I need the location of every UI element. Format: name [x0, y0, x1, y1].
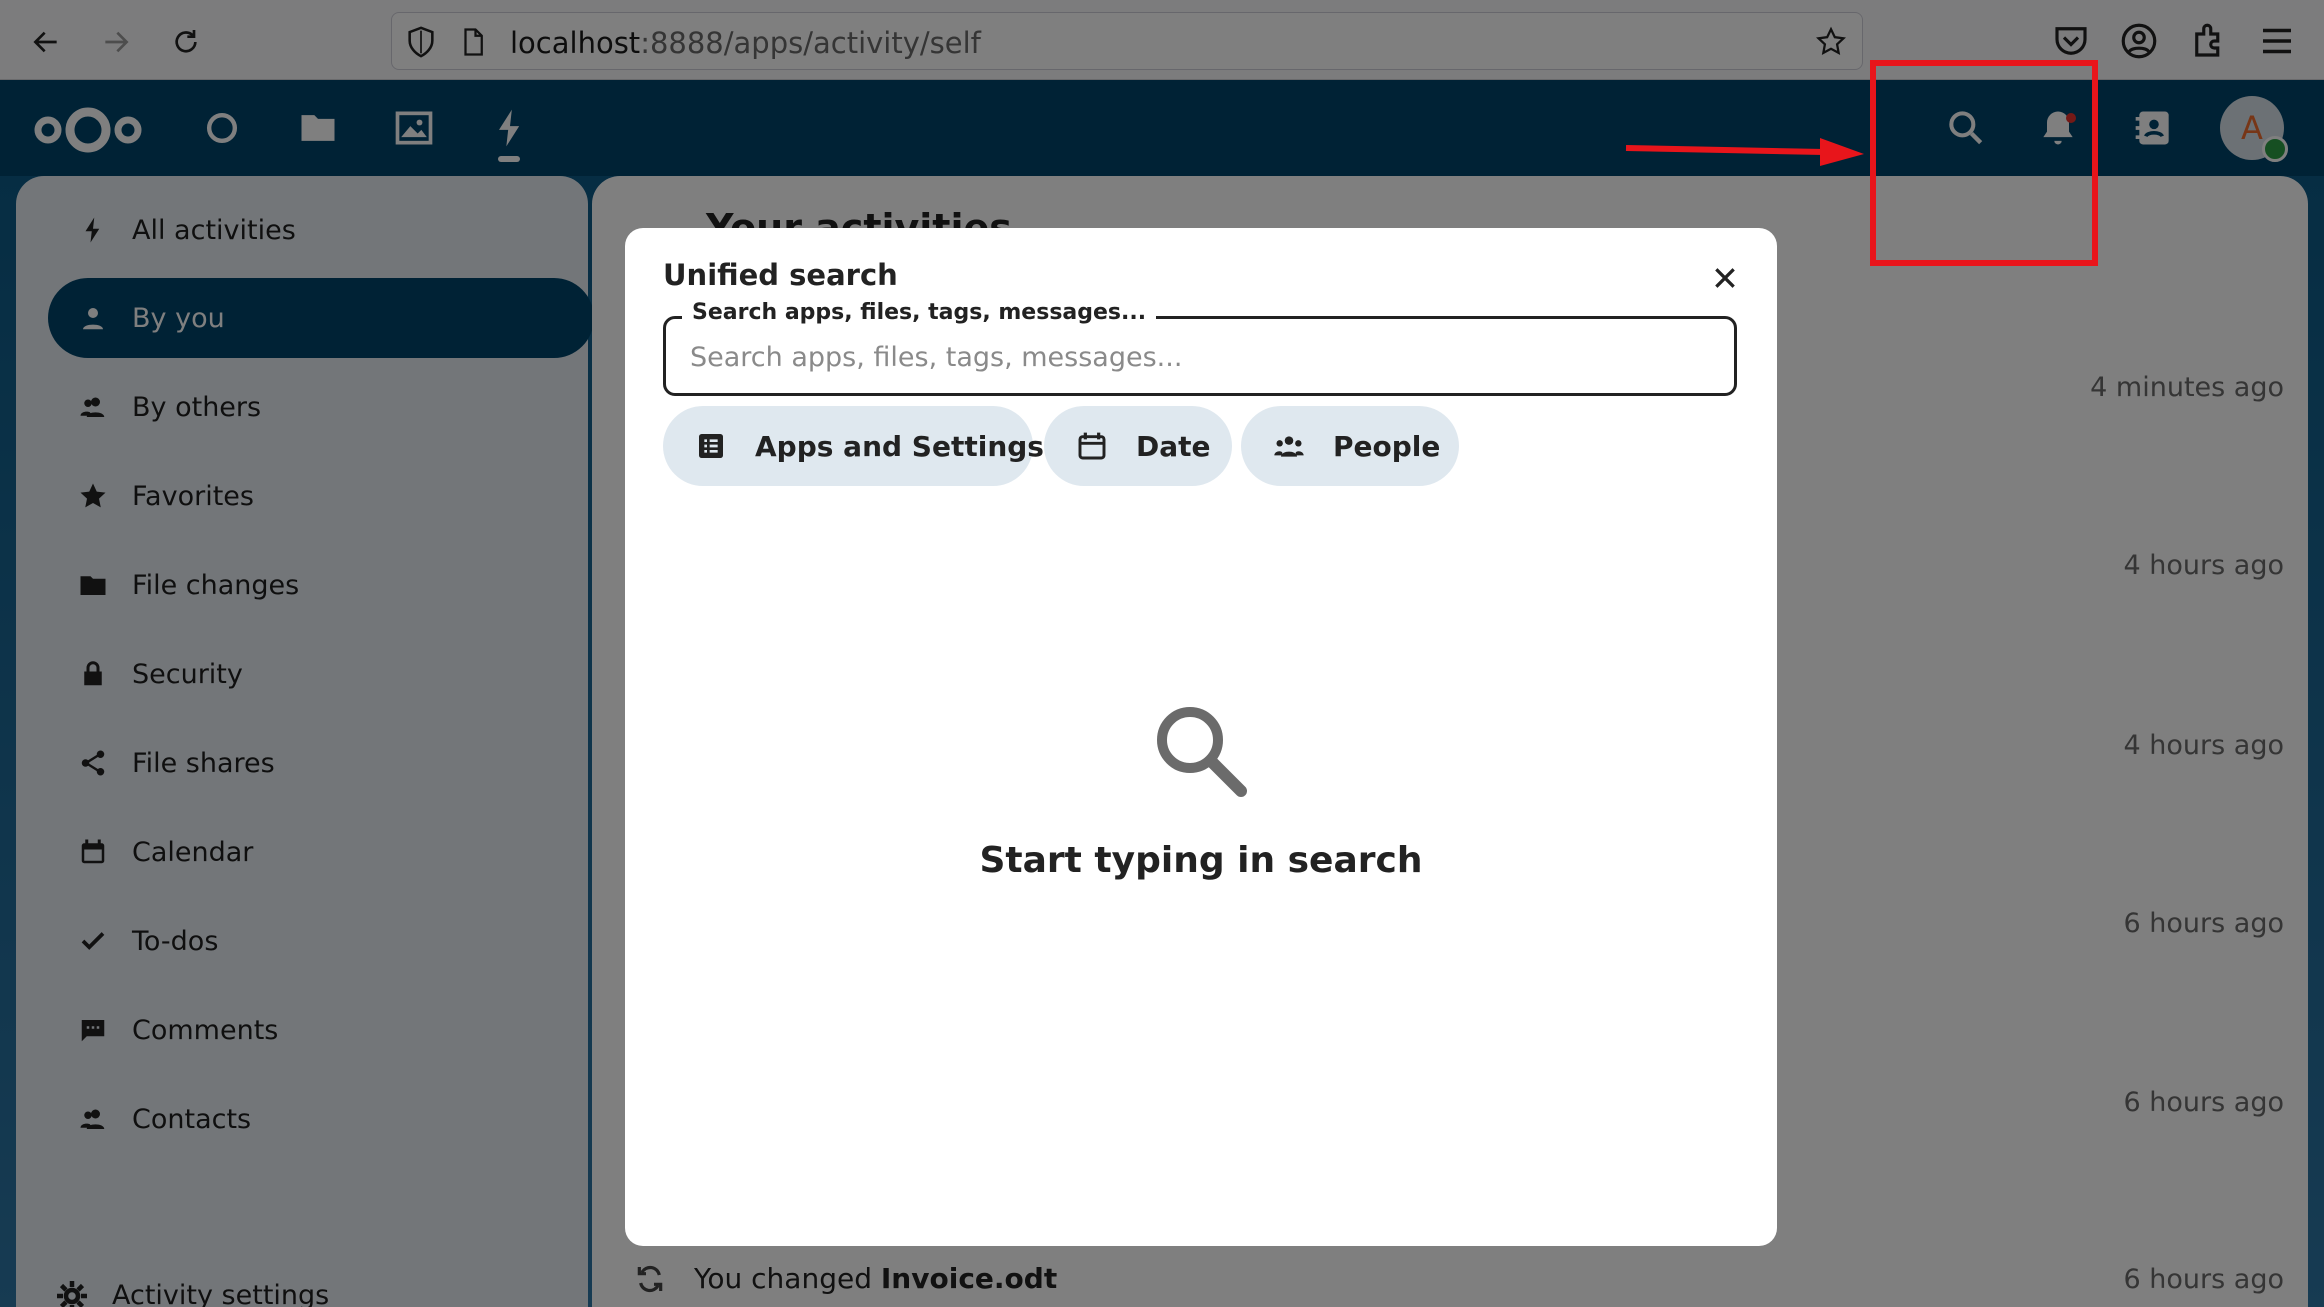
unified-search-dialog: Unified search Search apps, files, tags,…	[625, 228, 1777, 1246]
search-input[interactable]	[690, 337, 1710, 377]
search-field: Search apps, files, tags, messages...	[663, 300, 1737, 396]
filter-date-button[interactable]: Date	[1044, 406, 1232, 486]
close-icon	[1715, 268, 1735, 288]
highlight-box	[1870, 60, 2098, 266]
filter-label: Date	[1136, 429, 1211, 463]
list-icon	[699, 434, 723, 458]
dialog-title: Unified search	[663, 258, 898, 292]
empty-state-message: Start typing in search	[979, 840, 1423, 881]
calendar-icon	[1078, 432, 1106, 460]
filter-label: Apps and Settings	[755, 429, 1044, 463]
magnifier-icon	[1157, 707, 1247, 797]
search-field-label: Search apps, files, tags, messages...	[682, 300, 1157, 325]
people-icon	[1274, 436, 1304, 457]
close-button[interactable]	[1705, 258, 1745, 298]
filter-people-button[interactable]: People	[1241, 406, 1459, 486]
red-arrow-icon	[1625, 138, 1864, 166]
filter-label: People	[1333, 429, 1441, 463]
filter-apps-and-settings-button[interactable]: Apps and Settings	[663, 406, 1044, 486]
